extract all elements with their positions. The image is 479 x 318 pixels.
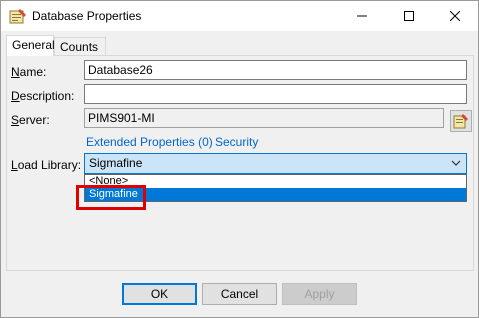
title-bar: Database Properties [1,1,478,31]
close-icon [450,11,460,21]
tab-counts[interactable]: Counts [54,37,106,55]
load-library-selected-value: Sigmafine [89,156,143,170]
load-library-combobox[interactable]: Sigmafine [84,153,467,174]
apply-button[interactable]: Apply [282,283,357,305]
server-field: PIMS901-MI [84,108,444,128]
window-title: Database Properties [32,9,142,23]
tab-general[interactable]: General [6,35,55,56]
server-browse-button[interactable] [450,110,472,132]
maximize-button[interactable] [386,1,432,31]
chevron-down-icon [451,160,461,166]
description-label: Description: [11,89,75,103]
name-label: Name: [11,65,47,79]
database-properties-window: Database Properties General Counts Name:… [0,0,479,318]
maximize-icon [404,11,414,21]
minimize-icon [357,15,367,17]
minimize-button[interactable] [339,1,385,31]
name-field[interactable]: Database26 [84,60,467,80]
highlight-box [76,185,146,210]
security-link[interactable]: Security [215,135,258,149]
server-properties-icon [453,114,468,129]
extended-properties-link[interactable]: Extended Properties (0) [86,135,213,149]
load-library-label: Load Library: [11,158,82,172]
ok-button[interactable]: OK [122,283,197,305]
database-properties-icon [9,8,27,24]
cancel-button[interactable]: Cancel [202,283,277,305]
close-button[interactable] [432,1,478,31]
server-label: Server: [11,113,50,127]
description-field[interactable] [84,84,467,104]
